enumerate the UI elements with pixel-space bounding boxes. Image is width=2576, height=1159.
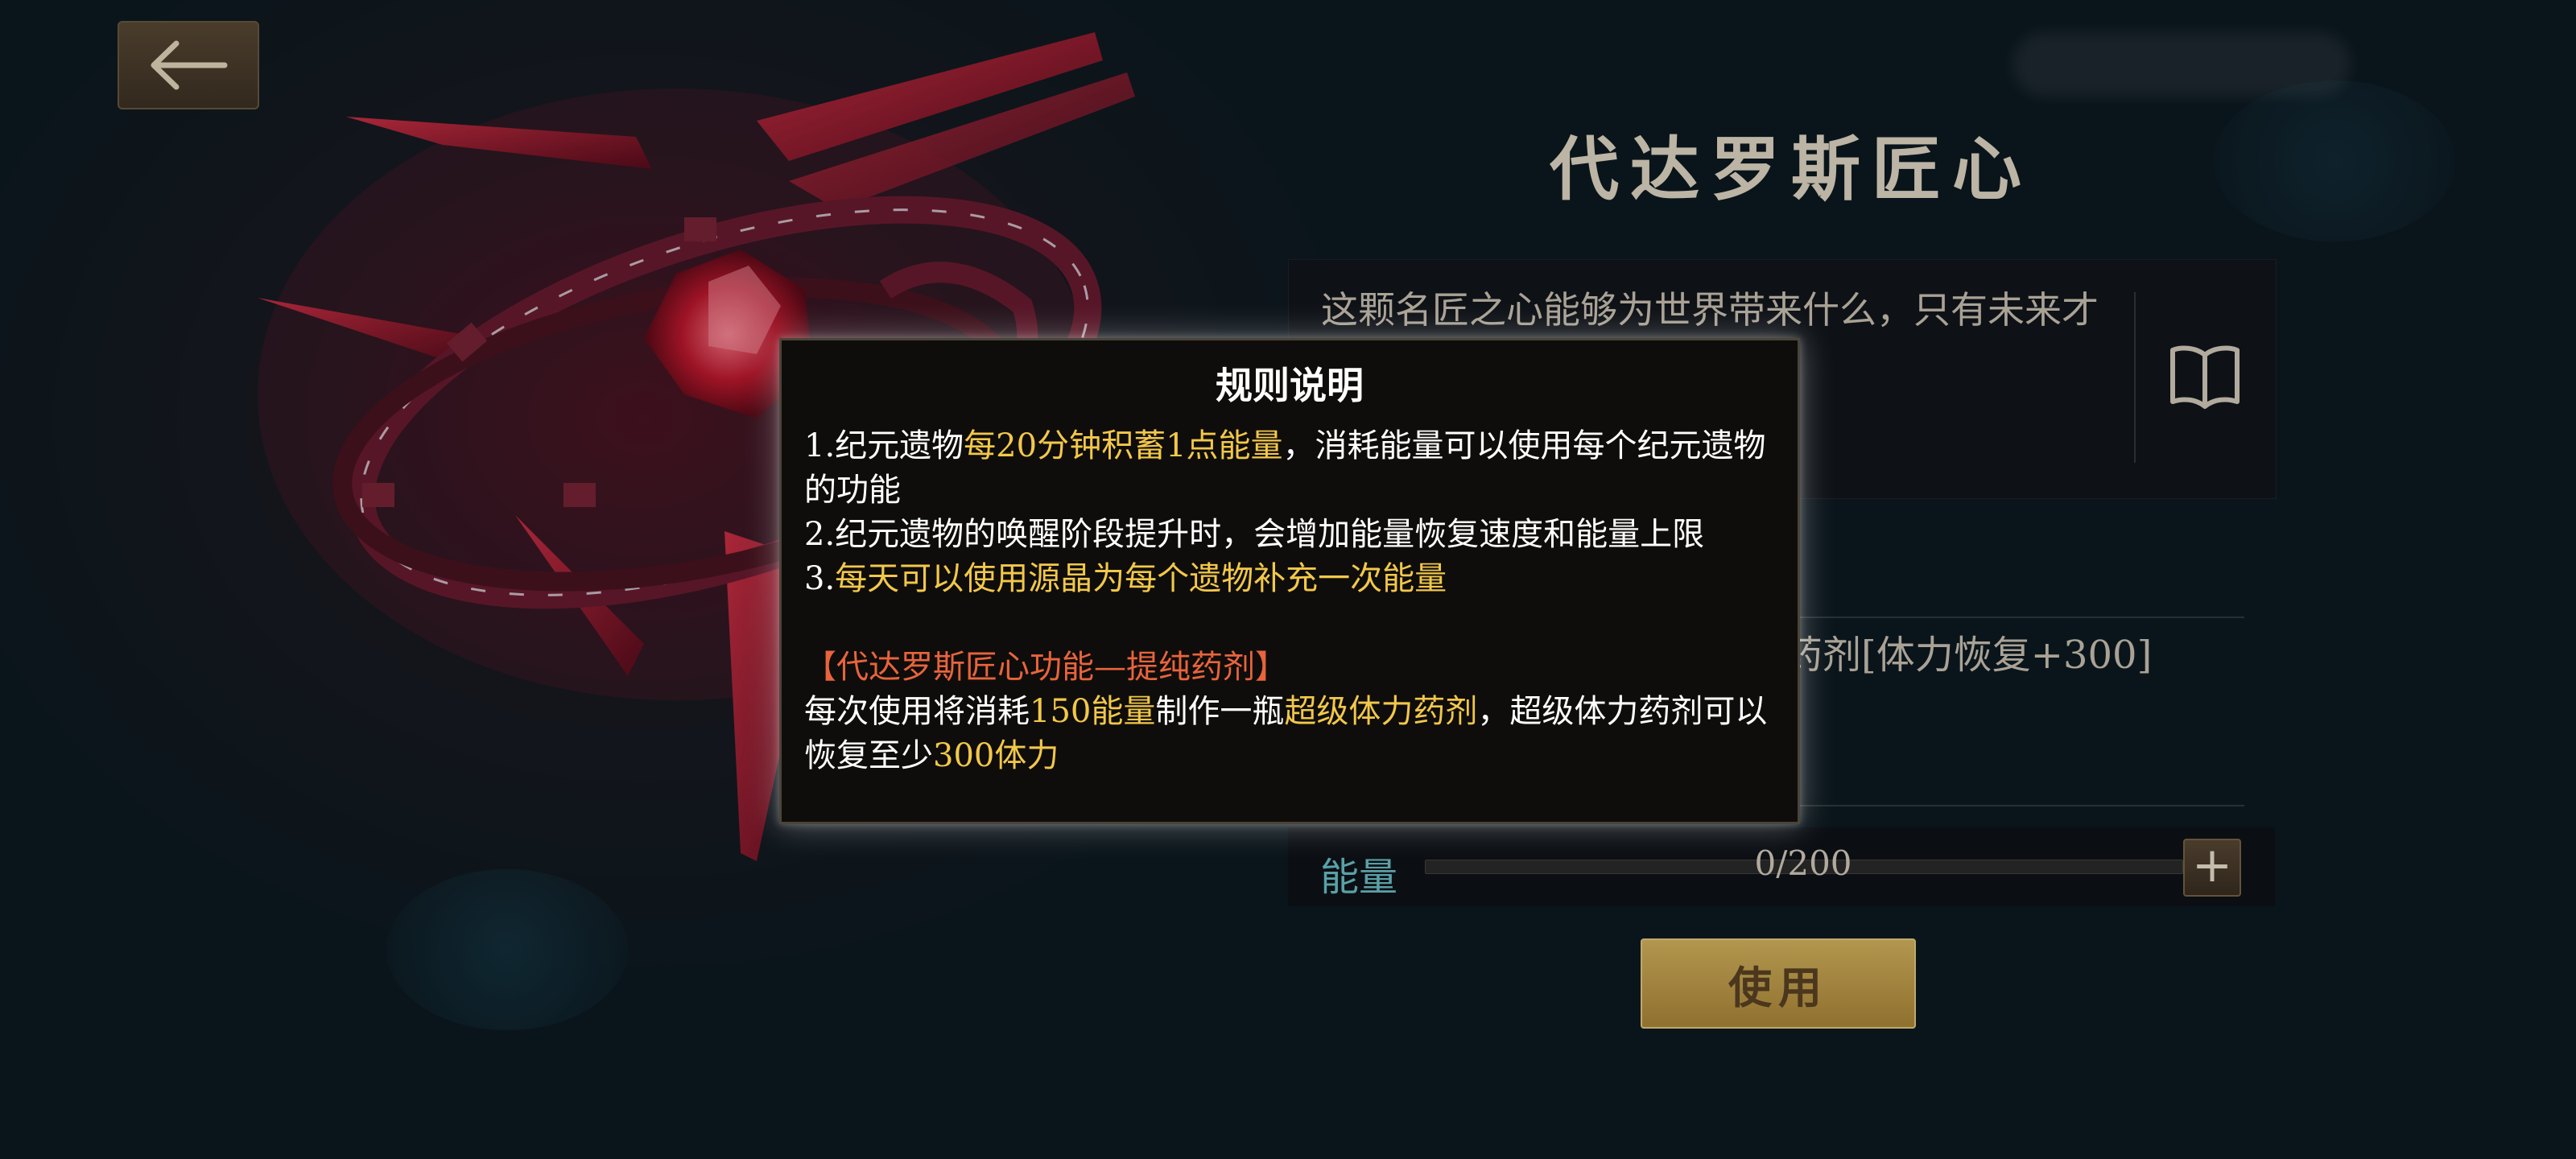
rules-dialog: 规则说明 1.纪元遗物每20分钟积蓄1点能量，消耗能量可以使用每个纪元遗物的功能…	[779, 338, 1800, 824]
dialog-title: 规则说明	[1216, 364, 1364, 407]
rule-1-highlight: 每20分钟积蓄1点能量	[964, 427, 1283, 464]
function-rule-highlight: 150能量	[1030, 693, 1156, 730]
function-rule: 每次使用将消耗150能量制作一瓶超级体力药剂，超级体力药剂可以恢复至少300体力	[804, 690, 1786, 778]
rule-1: 1.纪元遗物每20分钟积蓄1点能量，消耗能量可以使用每个纪元遗物的功能	[804, 424, 1786, 513]
rule-1-text: 1.纪元遗物	[804, 427, 964, 464]
function-rule-highlight: 超级体力药剂	[1284, 693, 1478, 730]
function-rule-highlight: 300体力	[933, 737, 1059, 774]
function-rule-text: 每次使用将消耗	[804, 693, 1030, 730]
rule-3-text: 3.	[804, 560, 836, 597]
function-rule-text: 制作一瓶	[1155, 693, 1285, 730]
rule-3: 3.每天可以使用源晶为每个遗物补充一次能量	[804, 557, 1786, 601]
function-title: 【代达罗斯匠心功能—提纯药剂】	[804, 649, 1287, 686]
rule-3-highlight: 每天可以使用源晶为每个遗物补充一次能量	[835, 560, 1447, 597]
rule-2: 2.纪元遗物的唤醒阶段提升时，会增加能量恢复速度和能量上限	[804, 516, 1705, 553]
dialog-body: 1.纪元遗物每20分钟积蓄1点能量，消耗能量可以使用每个纪元遗物的功能 2.纪元…	[804, 424, 1786, 778]
